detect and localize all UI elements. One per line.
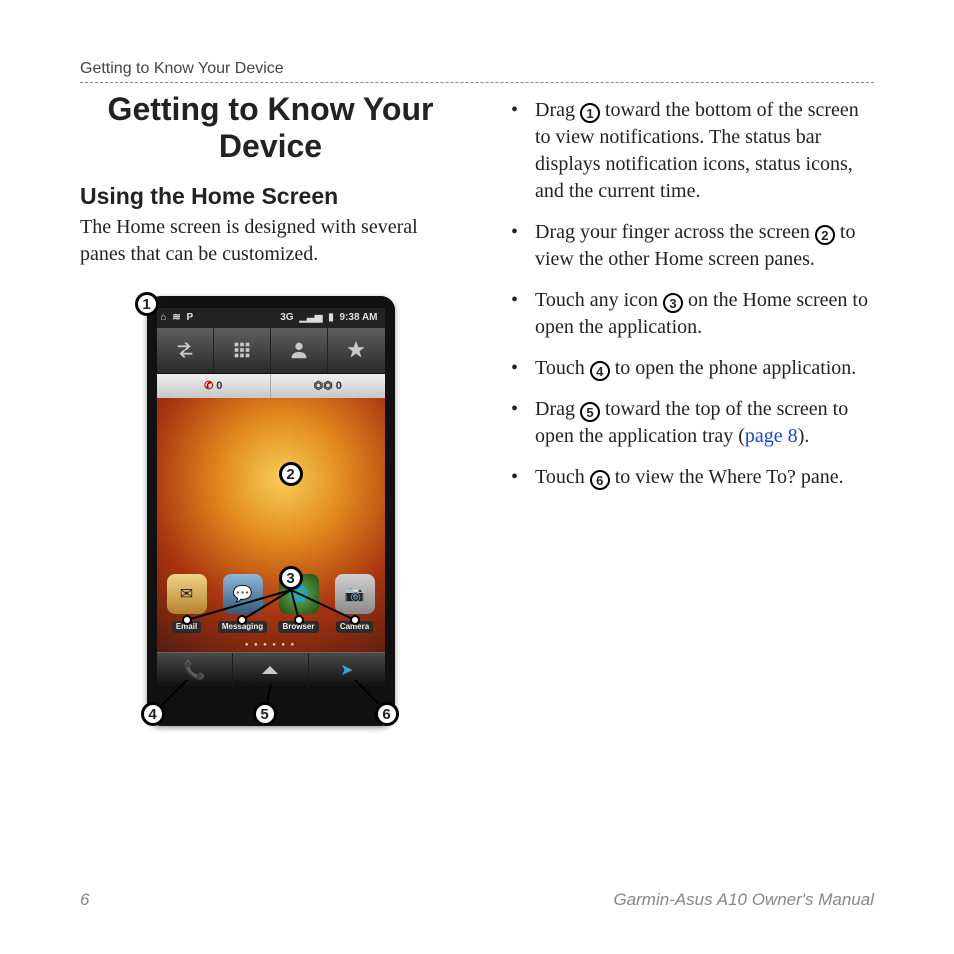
- handset-icon: ✆: [204, 380, 213, 392]
- text: Touch: [535, 357, 590, 379]
- ref-4: 4: [590, 361, 610, 381]
- bullet-item: Drag your finger across the screen 2 to …: [493, 219, 874, 273]
- signal-icon: ▁▃▅: [299, 312, 322, 323]
- intro-text: The Home screen is designed with several…: [80, 214, 461, 268]
- nav-arrow-icon: ➤: [340, 660, 353, 680]
- tab-dialpad-icon: [214, 328, 271, 373]
- sub-bar: ✆0 ⏣⏣0: [157, 374, 385, 398]
- phone-screen: ⌂ ≋ P 3G ▁▃▅ ▮ 9:38 AM: [157, 308, 385, 688]
- ref-5: 5: [580, 402, 600, 422]
- missed-count: 0: [216, 380, 222, 392]
- voicemail: ⏣⏣0: [271, 374, 385, 398]
- phone-figure: ⌂ ≋ P 3G ▁▃▅ ▮ 9:38 AM: [137, 286, 405, 736]
- nav-tabs: [157, 328, 385, 374]
- right-column: Drag 1 toward the bottom of the screen t…: [493, 91, 874, 736]
- tab-contact-icon: [271, 328, 328, 373]
- callout-2: 2: [279, 462, 303, 486]
- app-label: Email: [172, 621, 201, 633]
- page-link[interactable]: page 8: [745, 425, 798, 447]
- running-header: Getting to Know Your Device: [80, 60, 874, 83]
- status-right: 3G ▁▃▅ ▮ 9:38 AM: [280, 308, 380, 328]
- bullet-item: Touch 4 to open the phone application.: [493, 355, 874, 382]
- text: ).: [798, 425, 810, 447]
- app-label: Browser: [278, 621, 318, 633]
- battery-icon: ▮: [328, 312, 334, 323]
- missed-calls: ✆0: [157, 374, 272, 398]
- net-type: 3G: [280, 312, 293, 323]
- camera-icon: 📷: [335, 574, 375, 614]
- arrow-up-icon: [262, 666, 278, 674]
- app-row: ✉ Email 💬 Messaging 🌐 Browser 📷 Camera: [157, 574, 385, 634]
- bullet-item: Touch any icon 3 on the Home screen to o…: [493, 287, 874, 341]
- callout-3: 3: [279, 566, 303, 590]
- callout-6: 6: [375, 702, 399, 726]
- where-to-button: ➤: [309, 653, 384, 688]
- app-email: ✉ Email: [162, 574, 212, 634]
- text: Touch any icon: [535, 289, 663, 311]
- ref-1: 1: [580, 103, 600, 123]
- messaging-icon: 💬: [223, 574, 263, 614]
- ref-3: 3: [663, 293, 683, 313]
- email-icon: ✉: [167, 574, 207, 614]
- tab-swap-icon: [157, 328, 214, 373]
- tab-star-icon: [328, 328, 384, 373]
- page-number: 6: [80, 890, 89, 910]
- page-dots: ● ● ● ● ● ●: [157, 642, 385, 648]
- bullet-item: Drag 5 toward the top of the screen to o…: [493, 396, 874, 450]
- text: Drag: [535, 99, 580, 121]
- content-columns: Getting to Know Your Device Using the Ho…: [80, 91, 874, 736]
- voicemail-icon: ⏣⏣: [314, 380, 333, 392]
- manual-title: Garmin-Asus A10 Owner's Manual: [613, 890, 874, 910]
- ref-6: 6: [590, 470, 610, 490]
- callout-1: 1: [135, 292, 159, 316]
- phone-button: 📞: [157, 653, 233, 688]
- park-icon: P: [187, 312, 194, 323]
- left-column: Getting to Know Your Device Using the Ho…: [80, 91, 461, 736]
- text: to open the phone application.: [610, 357, 857, 379]
- bullet-item: Touch 6 to view the Where To? pane.: [493, 464, 874, 491]
- status-left: ⌂ ≋ P: [161, 308, 197, 328]
- ref-2: 2: [815, 225, 835, 245]
- text: to view the Where To? pane.: [610, 466, 844, 488]
- app-tray-button: [233, 653, 309, 688]
- text: Drag: [535, 398, 580, 420]
- vm-count: 0: [336, 380, 342, 392]
- section-heading: Using the Home Screen: [80, 183, 461, 210]
- bottom-bar: 📞 ➤: [157, 652, 385, 688]
- app-camera: 📷 Camera: [330, 574, 380, 634]
- page-footer: 6 Garmin-Asus A10 Owner's Manual: [80, 890, 874, 910]
- page-title: Getting to Know Your Device: [80, 91, 461, 165]
- text: Touch: [535, 466, 590, 488]
- bullet-list: Drag 1 toward the bottom of the screen t…: [493, 97, 874, 491]
- callout-4: 4: [141, 702, 165, 726]
- app-messaging: 💬 Messaging: [218, 574, 268, 634]
- status-bar: ⌂ ≋ P 3G ▁▃▅ ▮ 9:38 AM: [157, 308, 385, 328]
- wifi-icon: ≋: [172, 312, 180, 323]
- callout-5: 5: [253, 702, 277, 726]
- bullet-item: Drag 1 toward the bottom of the screen t…: [493, 97, 874, 205]
- text: Drag your finger across the screen: [535, 221, 815, 243]
- home-icon: ⌂: [161, 312, 167, 323]
- app-label: Messaging: [218, 621, 267, 633]
- app-label: Camera: [336, 621, 373, 633]
- phone-icon: 📞: [183, 660, 205, 681]
- clock: 9:38 AM: [340, 312, 378, 323]
